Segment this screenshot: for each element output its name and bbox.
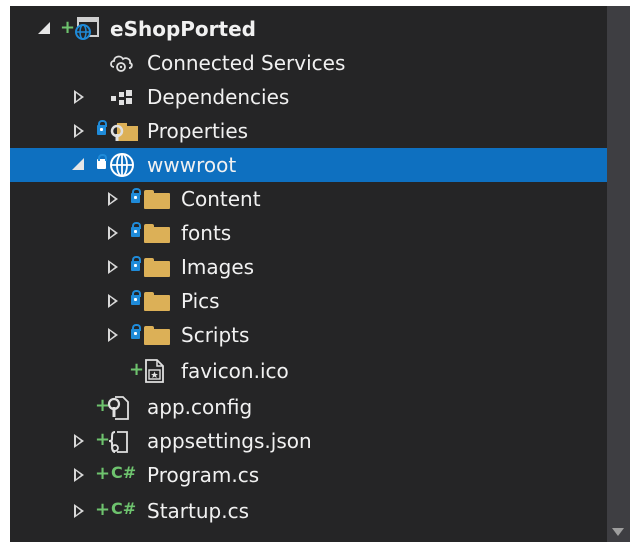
- lock-icon: [131, 256, 141, 271]
- plus-icon: +: [60, 17, 76, 38]
- expand-arrow-icon[interactable]: [106, 284, 122, 318]
- dependencies-label: Dependencies: [147, 85, 290, 109]
- config-file-icon: [106, 395, 132, 420]
- project-name: eShopPorted: [110, 17, 256, 41]
- tree-row-app-config[interactable]: + app.config: [10, 390, 607, 424]
- favicon-label: favicon.ico: [181, 359, 289, 383]
- appsettings-label: appsettings.json: [147, 429, 312, 453]
- tree-row-fonts[interactable]: fonts: [10, 216, 607, 250]
- collapse-arrow-icon[interactable]: [72, 148, 88, 182]
- expand-arrow-icon[interactable]: [106, 182, 122, 216]
- expand-arrow-icon[interactable]: [72, 424, 88, 458]
- properties-folder-icon: [109, 119, 138, 143]
- lock-icon: [131, 188, 141, 203]
- cloud-gear-icon: [108, 51, 134, 75]
- expand-arrow-icon[interactable]: [72, 458, 88, 492]
- tree-row-connected-services[interactable]: Connected Services: [10, 46, 607, 80]
- connected-services-label: Connected Services: [147, 51, 346, 75]
- images-label: Images: [181, 255, 255, 279]
- tree-row-properties[interactable]: Properties: [10, 114, 607, 148]
- tree-row-startup[interactable]: + C# Startup.cs: [10, 494, 607, 528]
- lock-icon: [97, 154, 107, 169]
- folder-icon: [144, 326, 170, 345]
- expand-arrow-icon[interactable]: [106, 250, 122, 284]
- expand-arrow-icon[interactable]: [72, 80, 88, 114]
- content-label: Content: [181, 187, 261, 211]
- plus-icon: +: [95, 463, 111, 484]
- csharp-file-icon: C#: [111, 499, 137, 518]
- folder-icon: [144, 224, 170, 243]
- csharp-file-icon: C#: [111, 463, 137, 482]
- expand-arrow-icon[interactable]: [72, 494, 88, 528]
- globe-icon: [108, 151, 134, 177]
- plus-icon: +: [95, 499, 111, 520]
- lock-icon: [131, 324, 141, 339]
- json-file-icon: [106, 429, 132, 453]
- pics-label: Pics: [181, 289, 220, 313]
- tree-row-images[interactable]: Images: [10, 250, 607, 284]
- scroll-down-arrow-icon[interactable]: [612, 528, 624, 536]
- tree-row-content[interactable]: Content: [10, 182, 607, 216]
- expand-arrow-icon[interactable]: [106, 216, 122, 250]
- lock-icon: [131, 222, 141, 237]
- program-label: Program.cs: [147, 463, 260, 487]
- lock-icon: [131, 290, 141, 305]
- web-project-icon: [74, 17, 100, 41]
- properties-label: Properties: [147, 119, 249, 143]
- collapse-arrow-icon[interactable]: [38, 12, 54, 46]
- expand-arrow-icon[interactable]: [72, 114, 88, 148]
- plus-icon: +: [129, 359, 145, 380]
- folder-icon: [144, 292, 170, 311]
- tree-row-dependencies[interactable]: Dependencies: [10, 80, 607, 114]
- tree-row-wwwroot[interactable]: wwwroot: [10, 148, 607, 182]
- dependencies-icon: [108, 85, 134, 109]
- tree-row-program[interactable]: + C# Program.cs: [10, 458, 607, 492]
- tree-row-pics[interactable]: Pics: [10, 284, 607, 318]
- startup-label: Startup.cs: [147, 499, 250, 523]
- scripts-label: Scripts: [181, 323, 250, 347]
- app-config-label: app.config: [147, 395, 253, 419]
- folder-icon: [144, 258, 170, 277]
- expand-arrow-icon[interactable]: [106, 318, 122, 352]
- tree-row-appsettings[interactable]: + appsettings.json: [10, 424, 607, 458]
- fonts-label: fonts: [181, 221, 232, 245]
- image-file-icon: [142, 359, 168, 383]
- tree-row-project[interactable]: + eShopPorted: [10, 12, 607, 46]
- folder-icon: [144, 190, 170, 209]
- solution-explorer-tree: + eShopPorted Connected Services Depende…: [10, 6, 607, 542]
- lock-icon: [97, 120, 107, 135]
- vertical-scrollbar[interactable]: [607, 6, 630, 542]
- tree-row-scripts[interactable]: Scripts: [10, 318, 607, 352]
- tree-row-favicon[interactable]: + favicon.ico: [10, 354, 607, 388]
- wwwroot-label: wwwroot: [147, 153, 237, 177]
